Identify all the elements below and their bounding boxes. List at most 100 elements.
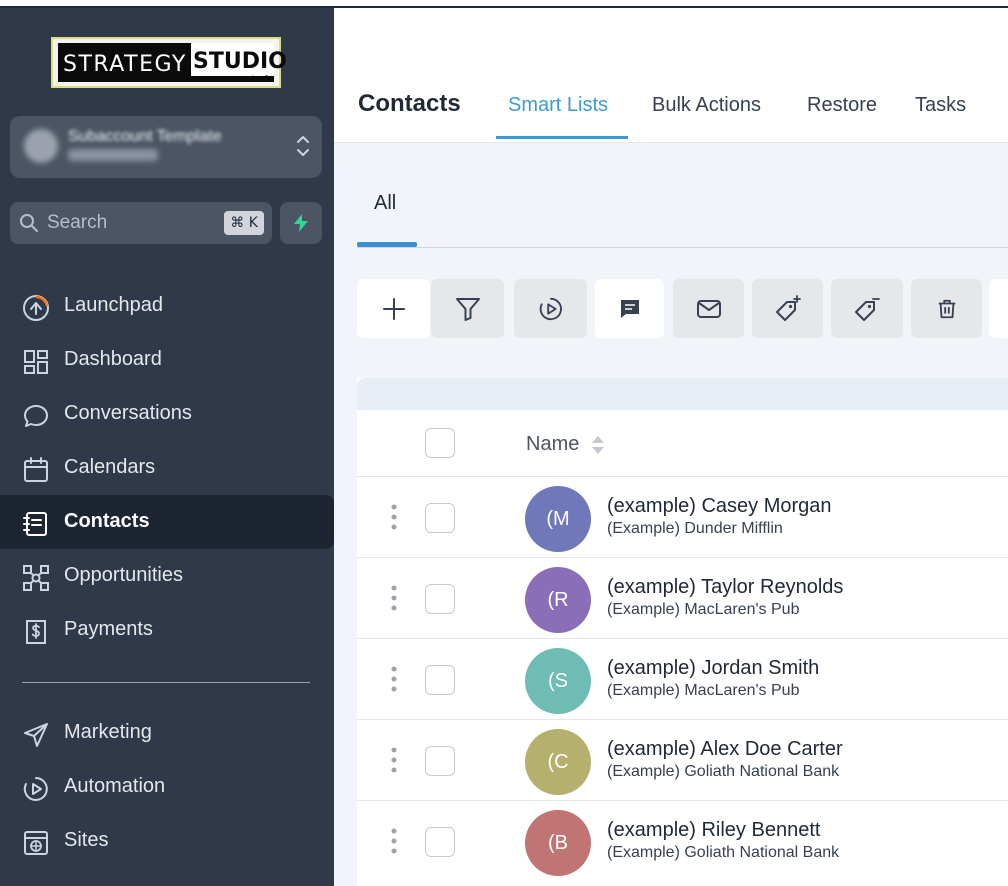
add-tag-icon [775, 294, 801, 321]
dashboard-icon [24, 350, 48, 374]
email-icon [696, 299, 721, 318]
table-row[interactable]: (B (example) Riley Bennett (Example) Gol… [357, 800, 1008, 881]
add-contact-button[interactable] [357, 279, 430, 338]
contact-company: (Example) Dunder Mifflin [607, 520, 783, 537]
column-header-name[interactable]: Name [526, 433, 579, 456]
remove-tag-icon [855, 297, 880, 321]
payments-icon [26, 620, 46, 644]
contact-name[interactable]: (example) Casey Morgan [607, 495, 832, 518]
nav-item-payments[interactable]: Payments [0, 603, 334, 657]
avatar[interactable]: (R [525, 567, 591, 633]
account-avatar [24, 129, 58, 163]
contacts-table: Name (M (example) Casey Morgan (Example)… [357, 378, 1008, 886]
nav-item-calendars[interactable]: Calendars [0, 441, 334, 495]
launchpad-icon [23, 295, 49, 321]
table-row[interactable]: (M (example) Casey Morgan (Example) Dund… [357, 476, 1008, 557]
tab-restore[interactable]: Restore [807, 94, 877, 117]
row-checkbox[interactable] [425, 503, 455, 533]
select-all-checkbox[interactable] [425, 428, 455, 458]
nav-label-launchpad: Launchpad [64, 294, 163, 316]
row-menu-icon[interactable] [391, 747, 397, 773]
contact-name[interactable]: (example) Jordan Smith [607, 657, 819, 680]
sort-icon[interactable] [590, 432, 606, 458]
row-menu-icon[interactable] [391, 585, 397, 611]
filter-icon [455, 297, 480, 321]
add-tag-button[interactable] [752, 279, 823, 338]
nav-label-dashboard: Dashboard [64, 348, 162, 370]
nav-item-conversations[interactable]: Conversations [0, 387, 334, 441]
contact-name[interactable]: (example) Taylor Reynolds [607, 576, 843, 599]
search-shortcut-badge: ⌘ K [224, 211, 264, 235]
account-name: Subaccount Template [68, 128, 222, 145]
row-checkbox[interactable] [425, 827, 455, 857]
active-tab-indicator [496, 136, 628, 139]
contact-name[interactable]: (example) Riley Bennett [607, 819, 820, 842]
table-toolbar-band [357, 378, 1008, 410]
nav-item-sites[interactable]: Sites [0, 814, 334, 868]
send-sms-button[interactable] [595, 279, 664, 338]
smartlist-tab-all[interactable]: All [374, 192, 396, 215]
add-icon [382, 297, 405, 320]
sidebar-divider [22, 682, 310, 683]
avatar[interactable]: (C [525, 729, 591, 795]
avatar[interactable]: (S [525, 648, 591, 714]
row-checkbox[interactable] [425, 746, 455, 776]
opportunities-icon [23, 565, 49, 591]
avatar[interactable]: (B [525, 810, 591, 876]
nav-item-contacts[interactable]: Contacts [0, 495, 334, 549]
remove-tag-button[interactable] [831, 279, 903, 338]
tab-tasks[interactable]: Tasks [915, 94, 966, 117]
add-to-workflow-button[interactable] [514, 279, 587, 338]
contact-company: (Example) Goliath National Bank [607, 763, 840, 780]
logo-mark: STRATEGY STUDIO .tech [58, 43, 287, 85]
trash-icon [938, 299, 955, 318]
window-top-border [0, 0, 1008, 8]
nav-label-marketing: Marketing [64, 721, 152, 743]
chevron-updown-icon [297, 136, 309, 156]
search-icon [20, 214, 38, 232]
main-content: Contacts Smart Lists Bulk Actions Restor… [334, 8, 1008, 886]
contact-company: (Example) MacLaren's Pub [607, 601, 800, 618]
nav-item-automation[interactable]: Automation [0, 760, 334, 814]
nav-label-conversations: Conversations [64, 402, 192, 424]
bolt-icon [294, 214, 308, 232]
contact-name[interactable]: (example) Alex Doe Carter [607, 738, 843, 761]
row-checkbox[interactable] [425, 584, 455, 614]
nav-item-marketing[interactable]: Marketing [0, 706, 334, 760]
send-email-button[interactable] [673, 279, 744, 338]
table-row[interactable]: (C (example) Alex Doe Carter (Example) G… [357, 719, 1008, 800]
avatar[interactable]: (M [525, 486, 591, 552]
contact-company: (Example) Goliath National Bank [607, 844, 840, 861]
nav-label-payments: Payments [64, 618, 153, 640]
row-menu-icon[interactable] [391, 504, 397, 530]
account-switcher[interactable]: Subaccount Template [10, 116, 322, 178]
sms-icon [620, 299, 639, 318]
contact-company: (Example) MacLaren's Pub [607, 682, 800, 699]
calendar-icon [24, 457, 48, 482]
tab-bulk-actions[interactable]: Bulk Actions [652, 94, 761, 117]
row-menu-icon[interactable] [391, 666, 397, 692]
tab-smart-lists[interactable]: Smart Lists [508, 94, 608, 117]
more-actions-button[interactable] [989, 279, 1008, 338]
automation-icon [23, 777, 48, 801]
nav-label-opportunities: Opportunities [64, 564, 183, 586]
table-row[interactable]: (R (example) Taylor Reynolds (Example) M… [357, 557, 1008, 638]
search-input[interactable]: Search ⌘ K [10, 202, 272, 244]
table-row[interactable]: (S (example) Jordan Smith (Example) MacL… [357, 638, 1008, 719]
search-placeholder: Search [47, 212, 108, 233]
filter-button[interactable] [431, 279, 504, 338]
logo-text-tech: .tech [248, 75, 271, 85]
account-subtitle-redacted [68, 149, 158, 161]
delete-button[interactable] [911, 279, 982, 338]
row-checkbox[interactable] [425, 665, 455, 695]
nav-item-launchpad[interactable]: Launchpad [0, 279, 334, 333]
chat-bubble-icon [24, 405, 48, 427]
nav-item-opportunities[interactable]: Opportunities [0, 549, 334, 603]
sites-icon [24, 831, 48, 855]
quick-actions-button[interactable] [280, 202, 322, 244]
nav-item-dashboard[interactable]: Dashboard [0, 333, 334, 387]
brand-logo[interactable]: STRATEGY STUDIO .tech [51, 37, 287, 88]
row-menu-icon[interactable] [391, 828, 397, 854]
nav-label-automation: Automation [64, 775, 166, 797]
nav-label-calendars: Calendars [64, 456, 156, 478]
